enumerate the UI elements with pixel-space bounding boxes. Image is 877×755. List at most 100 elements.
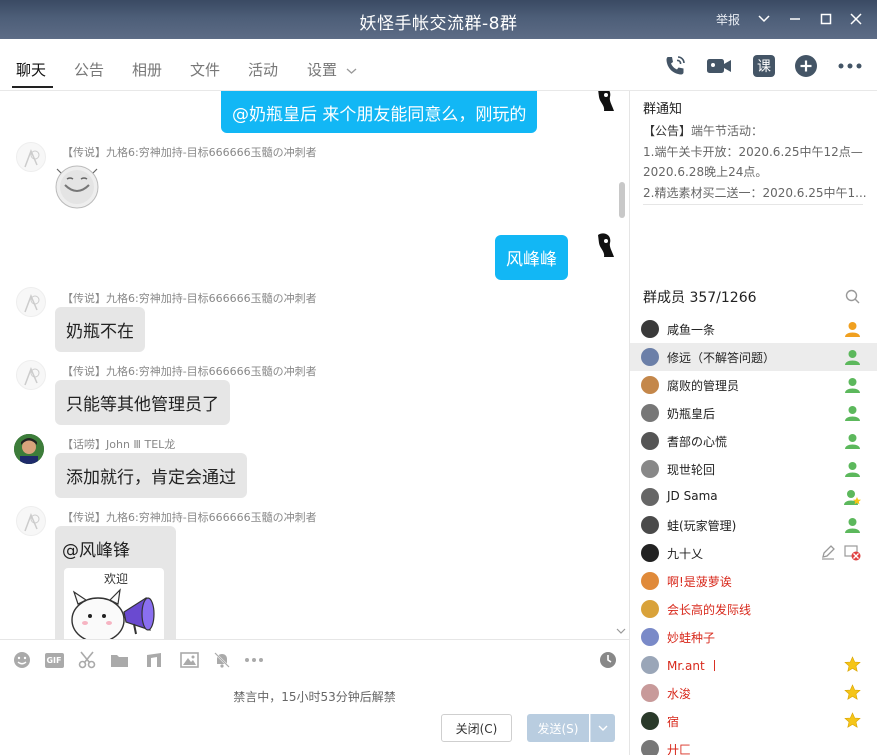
active-tab-indicator bbox=[12, 86, 53, 88]
member-avatar[interactable] bbox=[641, 740, 659, 755]
member-row[interactable]: 啊!是菠萝诶 bbox=[630, 567, 877, 595]
sticker-image[interactable] bbox=[53, 163, 101, 211]
member-avatar[interactable] bbox=[641, 320, 659, 338]
lesson-icon[interactable]: 课 bbox=[751, 53, 777, 79]
edit-pencil-icon[interactable] bbox=[820, 544, 836, 560]
chevron-down-icon[interactable] bbox=[752, 8, 776, 30]
member-name: 修远（不解答问题） bbox=[667, 351, 776, 365]
member-avatar[interactable] bbox=[641, 460, 659, 478]
minimize-icon[interactable] bbox=[783, 8, 807, 30]
sender-avatar[interactable] bbox=[14, 434, 44, 464]
member-name: 奶瓶皇后 bbox=[667, 407, 716, 421]
tab-album[interactable]: 相册 bbox=[132, 59, 162, 80]
sender-name: 【传说】九格6:穷神加持-目标666666玉髓の冲刺者 bbox=[62, 144, 317, 160]
member-avatar[interactable] bbox=[641, 488, 659, 506]
close-button[interactable]: 关闭(C) bbox=[441, 714, 512, 742]
tab-files[interactable]: 文件 bbox=[190, 59, 220, 80]
tab-chat[interactable]: 聊天 bbox=[16, 59, 46, 80]
message-bubble-incoming[interactable]: 添加就行，肯定会通过 bbox=[55, 453, 247, 498]
member-row[interactable]: Mr.ant 丨 bbox=[630, 651, 877, 679]
mute-status-text: 禁言中，15小时53分钟后解禁 bbox=[233, 690, 396, 704]
member-row[interactable]: 奶瓶皇后 bbox=[630, 399, 877, 427]
more-options-icon[interactable] bbox=[837, 53, 863, 79]
sender-avatar[interactable] bbox=[16, 360, 46, 390]
member-avatar[interactable] bbox=[641, 544, 659, 562]
member-row[interactable]: 宿 bbox=[630, 707, 877, 735]
member-avatar[interactable] bbox=[641, 628, 659, 646]
send-options-chevron-icon[interactable] bbox=[590, 714, 615, 742]
tab-activity[interactable]: 活动 bbox=[248, 59, 278, 80]
welcome-sticker-image[interactable]: 欢迎 bbox=[64, 568, 164, 639]
maximize-icon[interactable] bbox=[814, 8, 838, 30]
phone-call-icon[interactable] bbox=[662, 53, 688, 79]
notice-line[interactable]: 【公告】端午节活动： bbox=[643, 122, 869, 139]
send-button[interactable]: 发送(S) bbox=[527, 714, 589, 742]
member-row[interactable]: 水浚 bbox=[630, 679, 877, 707]
add-app-icon[interactable] bbox=[793, 53, 819, 79]
video-call-icon[interactable] bbox=[706, 53, 732, 79]
music-icon[interactable] bbox=[144, 651, 164, 669]
tab-settings-label: 设置 bbox=[307, 61, 338, 79]
admin-icon bbox=[844, 404, 861, 421]
sender-name: 【话唠】John Ⅲ TEL龙 bbox=[62, 436, 175, 452]
member-row[interactable]: 现世轮回 bbox=[630, 455, 877, 483]
gif-icon[interactable]: GIF bbox=[44, 651, 64, 669]
mute-notification-icon[interactable] bbox=[212, 651, 232, 669]
member-avatar[interactable] bbox=[641, 600, 659, 618]
member-avatar[interactable] bbox=[641, 684, 659, 702]
member-name: 耆部の心慌 bbox=[667, 435, 728, 449]
message-bubble-incoming[interactable]: 奶瓶不在 bbox=[55, 307, 145, 352]
member-avatar[interactable] bbox=[641, 432, 659, 450]
member-avatar[interactable] bbox=[641, 376, 659, 394]
member-avatar[interactable] bbox=[641, 572, 659, 590]
message-bubble-outgoing[interactable]: @奶瓶皇后 来个朋友能同意么，刚玩的 bbox=[221, 91, 538, 133]
member-row[interactable]: JD Sama bbox=[630, 483, 877, 511]
sender-avatar[interactable] bbox=[16, 142, 46, 172]
chat-scrollbar[interactable] bbox=[619, 182, 625, 218]
member-title-tag: 【话唠】 bbox=[62, 438, 106, 451]
tab-bar: 聊天 公告 相册 文件 活动 设置 课 bbox=[0, 39, 877, 91]
history-clock-icon[interactable] bbox=[598, 651, 618, 669]
search-icon[interactable] bbox=[845, 289, 860, 304]
compose-area: GIF 禁言中，15小时53分钟后解禁 关闭(C) 发送(S) bbox=[0, 639, 629, 755]
message-bubble-outgoing[interactable]: 风峰峰 bbox=[495, 235, 568, 280]
member-name: 廾匚 bbox=[667, 743, 692, 755]
report-button[interactable]: 举报 bbox=[716, 11, 740, 28]
tab-announcement[interactable]: 公告 bbox=[74, 59, 104, 80]
message-bubble-incoming[interactable]: @风峰锋 欢迎 bbox=[55, 526, 176, 639]
member-row[interactable]: 廾匚 bbox=[630, 735, 877, 755]
image-icon[interactable] bbox=[179, 651, 199, 669]
member-avatar[interactable] bbox=[641, 516, 659, 534]
emoji-icon[interactable] bbox=[12, 651, 32, 669]
member-row[interactable]: 会长高的发际线 bbox=[630, 595, 877, 623]
remove-member-icon[interactable] bbox=[844, 544, 861, 561]
chevron-down-icon bbox=[346, 68, 357, 74]
member-row[interactable]: 腐败的管理员 bbox=[630, 371, 877, 399]
scroll-down-icon[interactable] bbox=[616, 627, 626, 635]
chat-message-area[interactable]: @奶瓶皇后 来个朋友能同意么，刚玩的 【传说】九格6:穷神加持-目标666666… bbox=[0, 91, 629, 639]
member-name: 现世轮回 bbox=[667, 463, 716, 477]
my-avatar[interactable] bbox=[590, 231, 620, 261]
message-bubble-incoming[interactable]: 只能等其他管理员了 bbox=[55, 380, 230, 425]
member-avatar[interactable] bbox=[641, 656, 659, 674]
member-row[interactable]: 咸鱼一条 bbox=[630, 315, 877, 343]
member-avatar[interactable] bbox=[641, 404, 659, 422]
member-row[interactable]: 妙蛙种子 bbox=[630, 623, 877, 651]
member-row[interactable]: 修远（不解答问题） bbox=[630, 343, 877, 371]
member-avatar[interactable] bbox=[641, 712, 659, 730]
screenshot-scissors-icon[interactable] bbox=[77, 651, 97, 669]
member-name: 会长高的发际线 bbox=[667, 603, 752, 617]
folder-icon[interactable] bbox=[109, 651, 129, 669]
close-icon[interactable] bbox=[844, 8, 868, 30]
sender-avatar[interactable] bbox=[16, 506, 46, 536]
member-avatar[interactable] bbox=[641, 348, 659, 366]
more-tools-icon[interactable] bbox=[244, 651, 264, 669]
my-avatar[interactable] bbox=[590, 91, 620, 115]
member-row[interactable]: 九十乂 bbox=[630, 539, 877, 567]
member-row[interactable]: 蛙(玩家管理) bbox=[630, 511, 877, 539]
notice-text: 端午节活动： bbox=[691, 124, 764, 138]
admin-icon bbox=[844, 432, 861, 449]
tab-settings[interactable]: 设置 bbox=[307, 59, 357, 80]
member-row[interactable]: 耆部の心慌 bbox=[630, 427, 877, 455]
sender-avatar[interactable] bbox=[16, 287, 46, 317]
